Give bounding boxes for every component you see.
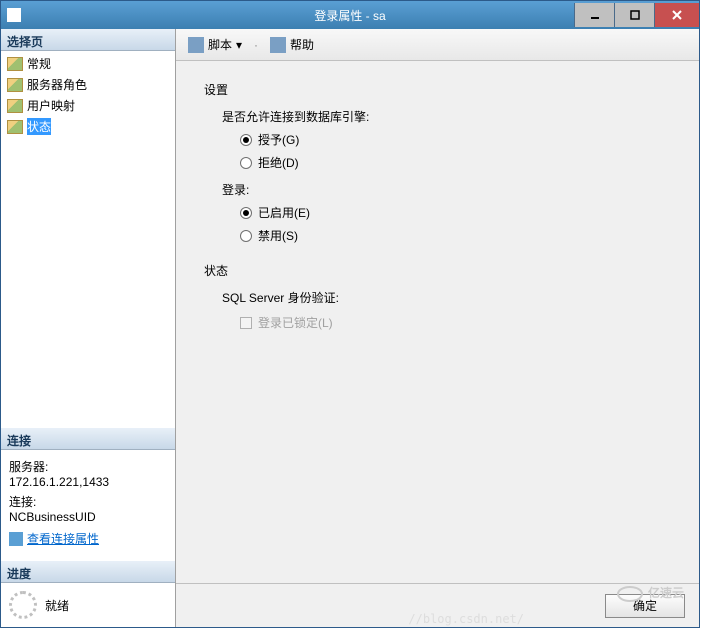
minimize-button[interactable] <box>574 3 614 27</box>
help-button[interactable]: 帮助 <box>266 34 318 55</box>
script-icon <box>188 37 204 53</box>
grant-label: 授予(G) <box>258 131 299 148</box>
grant-radio-row[interactable]: 授予(G) <box>240 131 671 148</box>
toolbar: 脚本 ▾ · 帮助 <box>176 29 699 61</box>
radio-icon <box>240 134 252 146</box>
nav-label: 状态 <box>27 118 51 135</box>
dialog-window: 登录属性 - sa 选择页 常规 服务器角色 用户映射 状态 连接 服务器: 1… <box>0 0 700 628</box>
app-icon <box>7 8 21 22</box>
page-icon <box>7 78 23 92</box>
nav-item-general[interactable]: 常规 <box>1 53 175 74</box>
enabled-label: 已启用(E) <box>258 204 310 221</box>
page-icon <box>7 120 23 134</box>
main-area: 设置 是否允许连接到数据库引擎: 授予(G) 拒绝(D) <box>176 61 699 583</box>
radio-icon <box>240 230 252 242</box>
settings-label: 设置 <box>204 81 671 98</box>
checkbox-icon <box>240 317 252 329</box>
toolbar-separator: · <box>254 38 258 52</box>
radio-icon <box>240 157 252 169</box>
status-label: 状态 <box>204 262 671 279</box>
conn-label: 连接: <box>9 493 167 510</box>
maximize-button[interactable] <box>614 3 654 27</box>
nav-label: 用户映射 <box>27 97 75 114</box>
help-icon <box>270 37 286 53</box>
progress-header: 进度 <box>1 561 175 583</box>
deny-label: 拒绝(D) <box>258 154 299 171</box>
page-icon <box>7 57 23 71</box>
titlebar: 登录属性 - sa <box>1 1 699 29</box>
login-label: 登录: <box>222 181 671 198</box>
radio-icon <box>240 207 252 219</box>
nav-label: 常规 <box>27 55 51 72</box>
page-icon <box>7 99 23 113</box>
disabled-label: 禁用(S) <box>258 227 298 244</box>
script-button[interactable]: 脚本 ▾ <box>184 34 246 55</box>
nav-list: 常规 服务器角色 用户映射 状态 <box>1 51 175 139</box>
connection-header: 连接 <box>1 428 175 450</box>
allow-connect-label: 是否允许连接到数据库引擎: <box>222 108 671 125</box>
properties-icon <box>9 532 23 546</box>
help-label: 帮助 <box>290 36 314 53</box>
sql-auth-label: SQL Server 身份验证: <box>222 289 671 306</box>
server-label: 服务器: <box>9 458 167 475</box>
ready-label: 就绪 <box>45 597 69 614</box>
nav-item-user-mapping[interactable]: 用户映射 <box>1 95 175 116</box>
nav-item-server-roles[interactable]: 服务器角色 <box>1 74 175 95</box>
link-label: 查看连接属性 <box>27 530 99 547</box>
select-page-header: 选择页 <box>1 29 175 51</box>
chevron-down-icon: ▾ <box>236 38 242 52</box>
connection-info: 服务器: 172.16.1.221,1433 连接: NCBusinessUID… <box>1 450 175 551</box>
locked-label: 登录已锁定(L) <box>258 314 333 331</box>
content-panel: 脚本 ▾ · 帮助 设置 是否允许连接到数据库引擎: 授予(G) <box>176 29 699 627</box>
deny-radio-row[interactable]: 拒绝(D) <box>240 154 671 171</box>
close-button[interactable] <box>654 3 699 27</box>
progress-block: 就绪 <box>1 583 175 627</box>
nav-label: 服务器角色 <box>27 76 87 93</box>
locked-checkbox-row: 登录已锁定(L) <box>240 314 671 331</box>
ok-button[interactable]: 确定 <box>605 594 685 618</box>
ok-label: 确定 <box>633 597 657 614</box>
view-connection-props-link[interactable]: 查看连接属性 <box>9 530 167 547</box>
dialog-footer: 确定 <box>176 583 699 627</box>
conn-value: NCBusinessUID <box>9 510 167 524</box>
sidebar: 选择页 常规 服务器角色 用户映射 状态 连接 服务器: 172.16.1.22… <box>1 29 176 627</box>
disabled-radio-row[interactable]: 禁用(S) <box>240 227 671 244</box>
script-label: 脚本 <box>208 36 232 53</box>
server-value: 172.16.1.221,1433 <box>9 475 167 489</box>
enabled-radio-row[interactable]: 已启用(E) <box>240 204 671 221</box>
nav-item-status[interactable]: 状态 <box>1 116 175 137</box>
progress-spinner-icon <box>9 591 37 619</box>
